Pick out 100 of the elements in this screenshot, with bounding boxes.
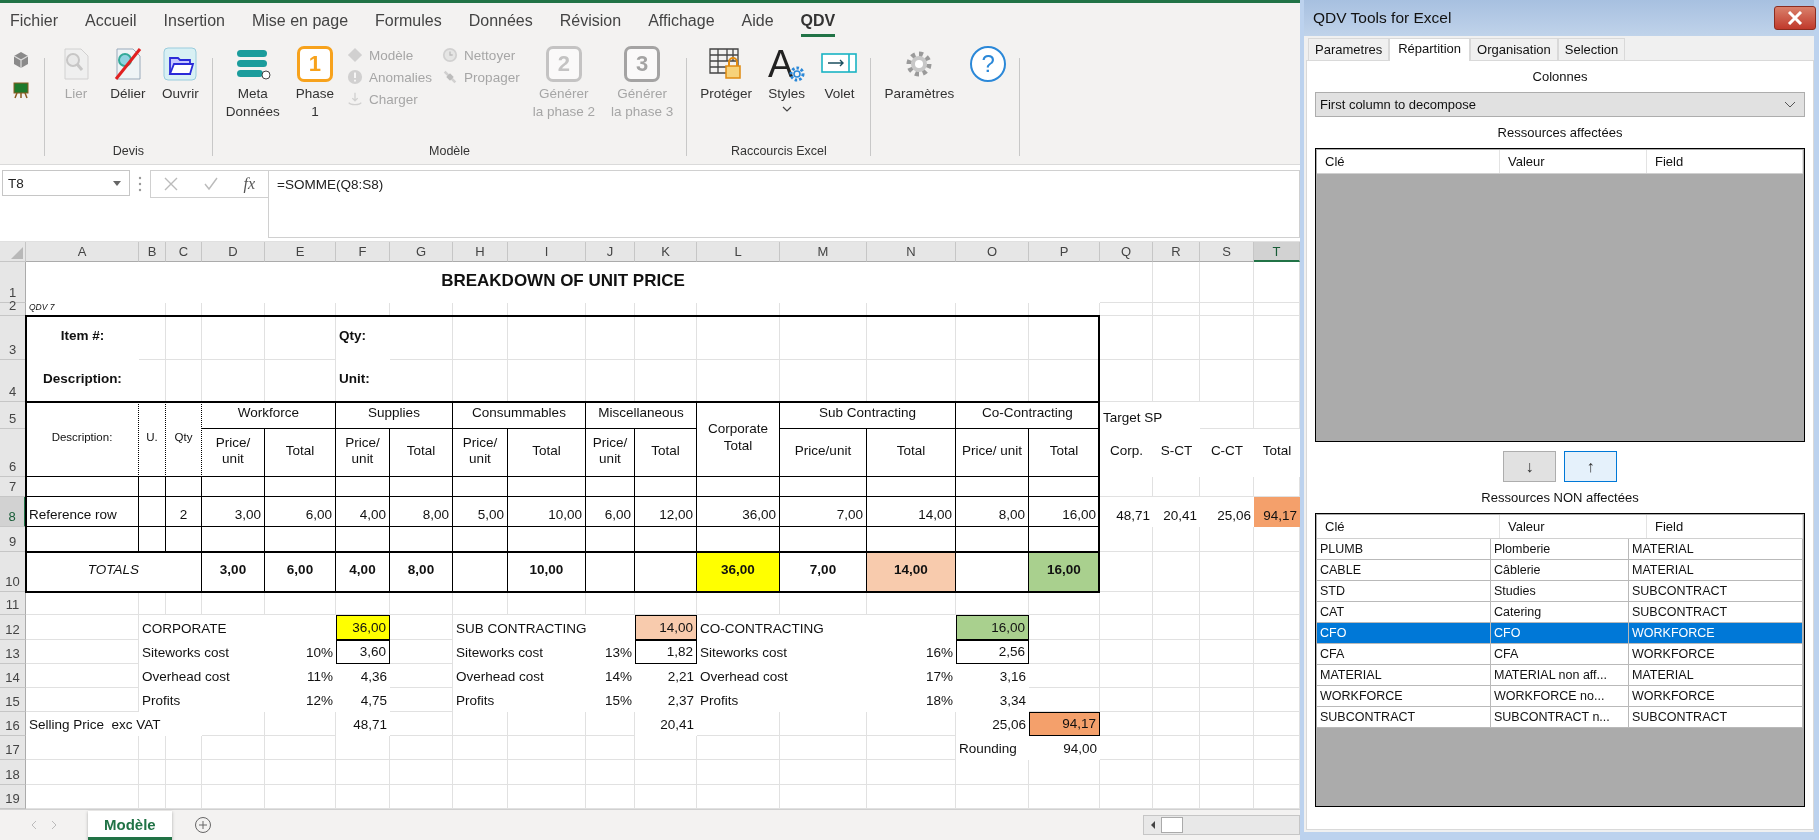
ribbon-button[interactable]: Paramètres bbox=[877, 44, 962, 105]
add-sheet-icon[interactable] bbox=[193, 816, 212, 834]
move-button[interactable]: ↑ bbox=[1564, 451, 1617, 482]
column-header[interactable]: Field bbox=[1647, 150, 1803, 173]
ribbon-button[interactable]: Volet bbox=[814, 44, 865, 105]
sheet-cell: Total bbox=[867, 429, 956, 477]
column-header[interactable]: F bbox=[336, 242, 390, 262]
list-row[interactable]: MATERIAL MATERIAL non aff... MATERIAL bbox=[1317, 665, 1803, 686]
tab[interactable]: Parametres bbox=[1308, 38, 1390, 60]
list-row[interactable]: CABLE Câblerie MATERIAL bbox=[1317, 560, 1803, 581]
column-header[interactable]: O bbox=[956, 242, 1029, 262]
ribbon-tab[interactable]: Données bbox=[468, 6, 533, 37]
column-header[interactable]: Valeur bbox=[1500, 515, 1647, 538]
column-header[interactable]: M bbox=[780, 242, 867, 262]
name-box[interactable]: T8 bbox=[2, 170, 130, 196]
select-all-icon[interactable] bbox=[11, 247, 23, 259]
ribbon-button[interactable]: 1 Phase 1 bbox=[288, 44, 342, 123]
list-row[interactable]: CAT Catering SUBCONTRACT bbox=[1317, 602, 1803, 623]
column-header[interactable]: D bbox=[202, 242, 265, 262]
column-header[interactable]: N bbox=[867, 242, 956, 262]
row-header[interactable]: 16 bbox=[0, 712, 26, 736]
list-row[interactable]: WORKFORCE WORKFORCE no... WORKFORCE bbox=[1317, 686, 1803, 707]
check-icon[interactable] bbox=[203, 177, 218, 191]
ribbon-tab[interactable]: Révision bbox=[559, 6, 622, 37]
ribbon-button[interactable]: A Styles bbox=[761, 44, 813, 114]
list-row[interactable]: CFA CFA WORKFORCE bbox=[1317, 644, 1803, 665]
row-header[interactable]: 11 bbox=[0, 592, 26, 615]
ribbon-button[interactable]: Meta Données bbox=[218, 44, 287, 123]
column-header[interactable]: T bbox=[1254, 242, 1300, 262]
cancel-icon[interactable] bbox=[163, 177, 178, 191]
column-header[interactable]: J bbox=[586, 242, 635, 262]
list-row[interactable]: SUBCONTRACT SUBCONTRACT n... SUBCONTRACT bbox=[1317, 707, 1803, 728]
list-view[interactable] bbox=[1315, 513, 1805, 807]
row-header[interactable]: 18 bbox=[0, 760, 26, 785]
ribbon-tab[interactable]: Insertion bbox=[163, 6, 225, 37]
column-header[interactable]: Clé bbox=[1317, 150, 1500, 173]
column-header[interactable]: I bbox=[508, 242, 586, 262]
row-header[interactable]: 7 bbox=[0, 477, 26, 497]
sheet-cell: Corporate Total bbox=[697, 402, 780, 477]
ribbon-button[interactable]: Délier bbox=[103, 44, 153, 105]
column-header[interactable]: S bbox=[1200, 242, 1254, 262]
row-header[interactable]: 6 bbox=[0, 429, 26, 477]
close-button[interactable] bbox=[1774, 6, 1816, 30]
ribbon-tab[interactable]: Formules bbox=[375, 6, 442, 37]
ribbon-tab[interactable]: Mise en page bbox=[251, 6, 349, 37]
ribbon-button[interactable]: Protéger bbox=[693, 44, 760, 105]
list-row[interactable]: CFO CFO WORKFORCE bbox=[1317, 623, 1803, 644]
row-header[interactable]: 5 bbox=[0, 402, 26, 429]
ribbon-tab[interactable]: Fichier bbox=[10, 6, 58, 37]
column-header[interactable]: P bbox=[1029, 242, 1100, 262]
row-header[interactable]: 3 bbox=[0, 316, 26, 360]
row-header[interactable]: 8 bbox=[0, 497, 26, 527]
column-header[interactable]: B bbox=[139, 242, 166, 262]
row-header[interactable]: 10 bbox=[0, 552, 26, 592]
column-header[interactable]: L bbox=[697, 242, 780, 262]
sheet-tab[interactable]: Modèle bbox=[88, 810, 172, 840]
insert-function-button[interactable]: fx bbox=[243, 175, 256, 193]
column-header[interactable]: Valeur bbox=[1500, 150, 1647, 173]
move-button[interactable]: ↓ bbox=[1503, 451, 1556, 482]
column-header[interactable]: Field bbox=[1647, 515, 1803, 538]
column-header[interactable]: Clé bbox=[1317, 515, 1500, 538]
ribbon-tab[interactable]: Accueil bbox=[85, 6, 137, 37]
list-row[interactable]: PLUMB Plomberie MATERIAL bbox=[1317, 539, 1803, 560]
tab[interactable]: Répartition bbox=[1389, 38, 1471, 61]
column-header[interactable]: R bbox=[1153, 242, 1200, 262]
list-row[interactable]: STD Studies SUBCONTRACT bbox=[1317, 581, 1803, 602]
ribbon-tab[interactable]: QDV bbox=[800, 6, 836, 37]
row-header[interactable]: 19 bbox=[0, 785, 26, 809]
column-header[interactable]: G bbox=[390, 242, 453, 262]
row-header[interactable]: 15 bbox=[0, 688, 26, 712]
row-header[interactable]: 14 bbox=[0, 664, 26, 688]
scroll-thumb[interactable] bbox=[1161, 817, 1183, 833]
horizontal-scrollbar[interactable] bbox=[1143, 815, 1300, 835]
sheet-cell bbox=[635, 477, 697, 497]
column-header[interactable]: C bbox=[166, 242, 202, 262]
row-header[interactable]: 2 bbox=[0, 303, 26, 316]
ribbon-tab[interactable]: Aide bbox=[741, 6, 774, 37]
row-header[interactable]: 4 bbox=[0, 360, 26, 402]
formula-field[interactable]: =SOMME(Q8:S8) bbox=[268, 170, 1300, 238]
sheet-cell: 7,00 bbox=[780, 497, 867, 527]
list-view[interactable]: Clé Valeur Field bbox=[1315, 148, 1805, 442]
ribbon-tab[interactable]: Affichage bbox=[648, 6, 715, 37]
column-dropdown[interactable]: First column to decompose bbox=[1315, 92, 1805, 117]
column-header[interactable]: E bbox=[265, 242, 336, 262]
tab[interactable]: Organisation bbox=[1470, 38, 1558, 60]
tab[interactable]: Selection bbox=[1557, 38, 1626, 60]
scroll-right-icon[interactable] bbox=[50, 820, 58, 830]
row-header[interactable]: 17 bbox=[0, 736, 26, 760]
row-header[interactable]: 13 bbox=[0, 640, 26, 664]
column-header[interactable]: K bbox=[635, 242, 697, 262]
sheet-cell: 11% bbox=[265, 664, 336, 688]
row-cell: CABLE bbox=[1317, 560, 1491, 580]
scroll-left-icon[interactable] bbox=[1149, 820, 1157, 830]
sheet-cell: Price/ unit bbox=[956, 429, 1029, 477]
ribbon-button[interactable]: Ouvrir bbox=[155, 44, 206, 105]
row-header[interactable]: 9 bbox=[0, 527, 26, 552]
column-header[interactable]: A bbox=[26, 242, 139, 262]
column-header[interactable]: Q bbox=[1100, 242, 1153, 262]
column-header[interactable]: H bbox=[453, 242, 508, 262]
row-header[interactable]: 12 bbox=[0, 615, 26, 640]
